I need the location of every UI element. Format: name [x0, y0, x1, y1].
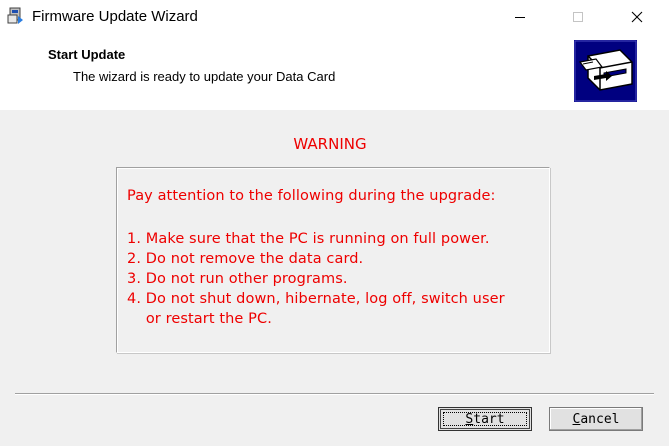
warning-title: WARNING	[293, 135, 367, 153]
close-button[interactable]	[614, 0, 660, 33]
start-button-label: Start	[465, 411, 505, 427]
wizard-header: Start Update The wizard is ready to upda…	[0, 33, 669, 110]
warning-item: 2. Do not remove the data card.	[127, 251, 364, 267]
warning-item: 1. Make sure that the PC is running on f…	[127, 231, 490, 247]
minimize-icon	[515, 16, 525, 18]
maximize-icon	[573, 11, 583, 22]
wizard-app-icon[interactable]	[7, 7, 25, 25]
warning-box: Pay attention to the following during th…	[116, 167, 550, 353]
page-subtitle: The wizard is ready to update your Data …	[73, 69, 336, 84]
page-title: Start Update	[48, 47, 126, 62]
maximize-button[interactable]	[555, 0, 601, 33]
warning-item: 3. Do not run other programs.	[127, 271, 348, 287]
warning-intro: Pay attention to the following during th…	[127, 188, 496, 204]
warning-item: or restart the PC.	[127, 311, 272, 327]
cancel-button-label: Cancel	[572, 411, 620, 427]
title-bar: Firmware Update Wizard	[0, 0, 669, 33]
close-icon	[631, 11, 643, 22]
minimize-button[interactable]	[497, 0, 543, 33]
cancel-button[interactable]: Cancel	[549, 407, 643, 431]
start-button[interactable]: Start	[438, 407, 532, 431]
data-card-install-icon	[574, 40, 637, 102]
footer-divider	[15, 393, 654, 395]
warning-item: 4. Do not shut down, hibernate, log off,…	[127, 291, 505, 307]
window-title: Firmware Update Wizard	[32, 8, 198, 25]
